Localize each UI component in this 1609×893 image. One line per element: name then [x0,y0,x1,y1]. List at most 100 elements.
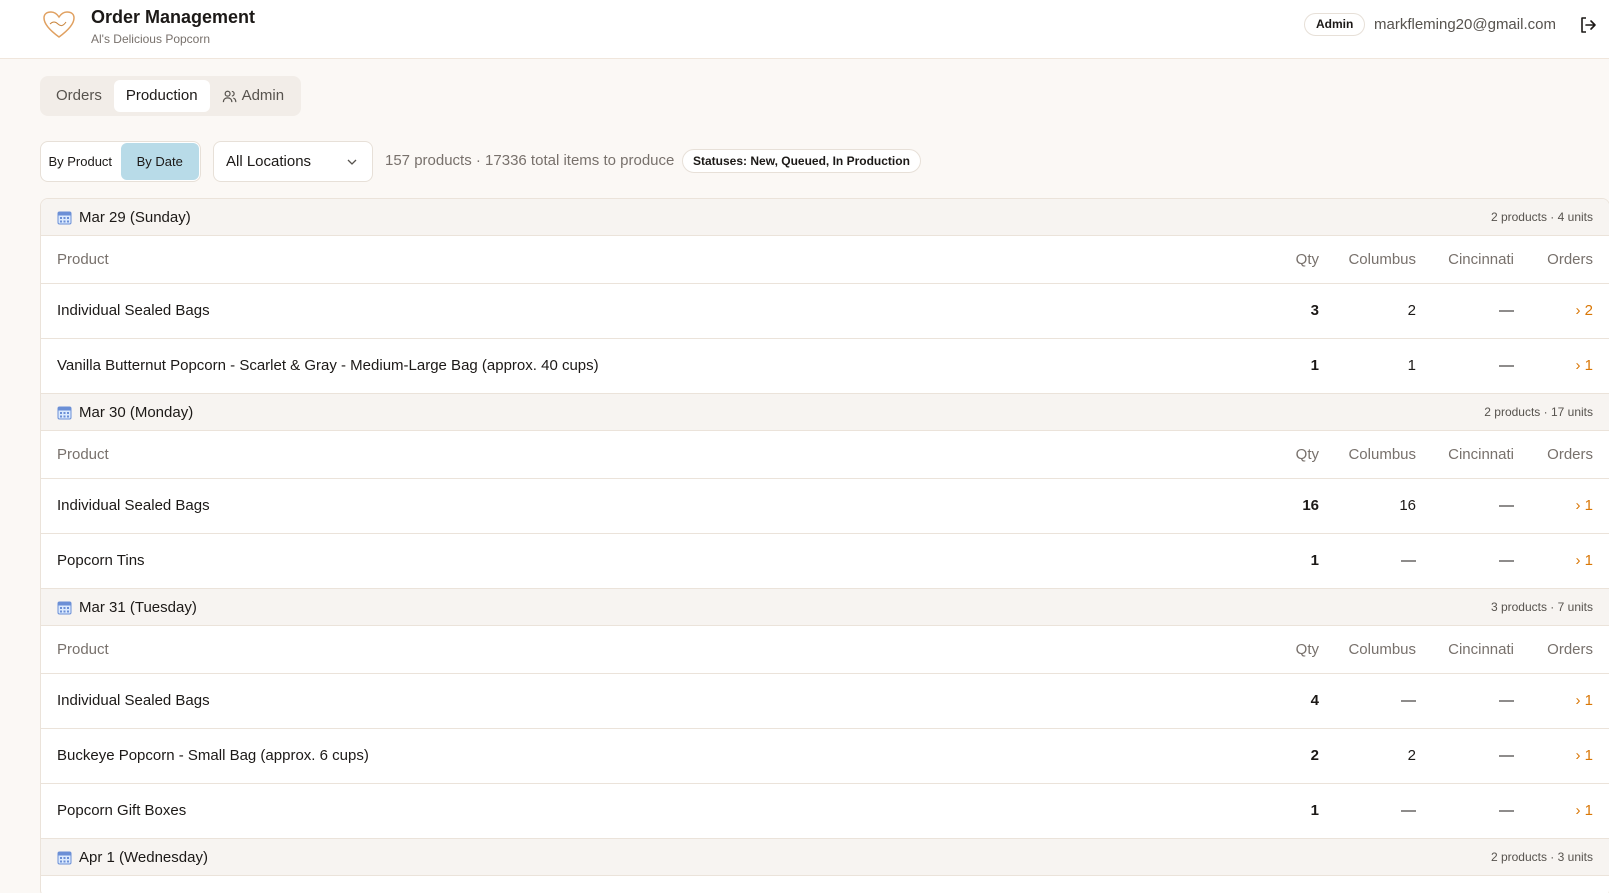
day-group-header[interactable]: Mar 31 (Tuesday) 3 products · 7 units [41,589,1609,626]
day-title: Mar 29 (Sunday) [79,208,191,226]
day-summary: 2 products · 3 units [1490,850,1593,864]
product-name: Individual Sealed Bags [57,692,210,709]
columbus-value: — [1401,802,1416,819]
day-summary: 2 products · 4 units [1490,210,1593,224]
table-row: Individual Sealed Bags 3 2 — › 2 [41,284,1609,339]
col-header-product: Product [57,446,109,463]
tab-label: Admin [241,87,285,104]
table-row: Popcorn Tins 1 — — › 1 [41,534,1609,589]
heart-logo-icon [43,11,75,38]
col-header-product: Product [57,251,109,268]
qty-value: 1 [1310,357,1319,374]
col-header-orders: Orders [1547,641,1593,658]
app-subtitle: Al's Delicious Popcorn [91,32,211,46]
calendar-icon [57,211,72,224]
col-header-cincinnati: Cincinnati [1448,251,1514,268]
day-title: Mar 31 (Tuesday) [79,598,197,616]
column-headers: Product Qty Columbus Cincinnati Orders [41,431,1609,479]
app-header: Order Management Al's Delicious Popcorn … [0,0,1609,59]
location-select[interactable]: All Locations [213,141,373,182]
product-name: Individual Sealed Bags [57,302,210,319]
calendar-icon [57,851,72,864]
columbus-value: 2 [1407,302,1416,319]
day-title: Apr 1 (Wednesday) [79,848,208,866]
col-header-cincinnati: Cincinnati [1448,876,1514,893]
by-date-button[interactable]: By Date [120,143,199,180]
logout-icon[interactable] [1578,15,1598,35]
tab-label: Orders [56,87,102,104]
cincinnati-value: — [1499,692,1514,709]
qty-value: 4 [1310,692,1319,709]
col-header-qty: Qty [1295,641,1319,658]
orders-expand-link[interactable]: › 1 [1575,729,1593,783]
qty-value: 1 [1310,552,1319,569]
orders-expand-link[interactable]: › 1 [1575,784,1593,838]
day-group-header[interactable]: Apr 1 (Wednesday) 2 products · 3 units [41,839,1609,876]
col-header-qty: Qty [1295,251,1319,268]
cincinnati-value: — [1499,357,1514,374]
day-summary: 3 products · 7 units [1490,600,1593,614]
day-group-header[interactable]: Mar 29 (Sunday) 2 products · 4 units [41,199,1609,236]
tab-orders[interactable]: Orders [44,80,114,112]
col-header-orders: Orders [1547,876,1593,893]
col-header-orders: Orders [1547,446,1593,463]
orders-expand-link[interactable]: › 1 [1575,674,1593,728]
col-header-columbus: Columbus [1348,446,1416,463]
chevron-down-icon [347,159,357,165]
table-row: Individual Sealed Bags 4 — — › 1 [41,674,1609,729]
col-header-columbus: Columbus [1348,641,1416,658]
app-title: Order Management [91,7,256,27]
qty-value: 3 [1310,302,1319,319]
calendar-icon [57,406,72,419]
tab-admin[interactable]: Admin [210,80,297,112]
product-name: Popcorn Gift Boxes [57,802,187,819]
col-header-columbus: Columbus [1348,876,1416,893]
day-title: Mar 30 (Monday) [79,403,194,421]
column-headers: Product Qty Columbus Cincinnati Orders [41,626,1609,674]
tab-production[interactable]: Production [113,80,210,112]
orders-expand-link[interactable]: › 1 [1575,479,1593,533]
column-headers: Product Qty Columbus Cincinnati Orders [41,876,1609,893]
column-headers: Product Qty Columbus Cincinnati Orders [41,236,1609,284]
table-row: Vanilla Butternut Popcorn - Scarlet & Gr… [41,339,1609,394]
role-badge: Admin [1304,13,1366,36]
col-header-product: Product [57,641,109,658]
product-name: Popcorn Tins [57,552,145,569]
col-header-cincinnati: Cincinnati [1448,446,1514,463]
col-header-qty: Qty [1295,446,1319,463]
table-row: Individual Sealed Bags 16 16 — › 1 [41,479,1609,534]
columbus-value: 1 [1407,357,1416,374]
by-product-button[interactable]: By Product [41,142,120,181]
production-table: Mar 29 (Sunday) 2 products · 4 units Produ… [40,198,1609,893]
main-tabs: Orders Production Admin [40,76,301,116]
columbus-value: 16 [1399,497,1416,514]
cincinnati-value: — [1499,302,1514,319]
col-header-cincinnati: Cincinnati [1448,641,1514,658]
orders-expand-link[interactable]: › 1 [1575,339,1593,393]
col-header-columbus: Columbus [1348,251,1416,268]
product-name: Buckeye Popcorn - Small Bag (approx. 6 c… [57,747,369,764]
calendar-icon [57,601,72,614]
columbus-value: — [1401,552,1416,569]
orders-expand-link[interactable]: › 2 [1575,284,1593,338]
day-group-header[interactable]: Mar 30 (Monday) 2 products · 17 units [41,394,1609,431]
col-header-product: Product [57,876,109,893]
columbus-value: — [1401,692,1416,709]
product-name: Individual Sealed Bags [57,497,210,514]
cincinnati-value: — [1499,497,1514,514]
orders-expand-link[interactable]: › 1 [1575,534,1593,588]
status-filter-chip[interactable]: Statuses: New, Queued, In Production [682,149,921,173]
production-summary: 157 products · 17336 total items to prod… [385,152,675,169]
table-row: Popcorn Gift Boxes 1 — — › 1 [41,784,1609,839]
users-icon [222,90,236,102]
columbus-value: 2 [1407,747,1416,764]
user-email: markfleming20@gmail.com [1374,16,1556,33]
col-header-orders: Orders [1547,251,1593,268]
tab-label: Production [125,87,198,104]
day-summary: 2 products · 17 units [1484,405,1593,419]
qty-value: 16 [1302,497,1319,514]
table-row: Buckeye Popcorn - Small Bag (approx. 6 c… [41,729,1609,784]
view-toggle: By Product By Date [40,141,201,182]
col-header-qty: Qty [1296,876,1319,893]
cincinnati-value: — [1499,552,1514,569]
